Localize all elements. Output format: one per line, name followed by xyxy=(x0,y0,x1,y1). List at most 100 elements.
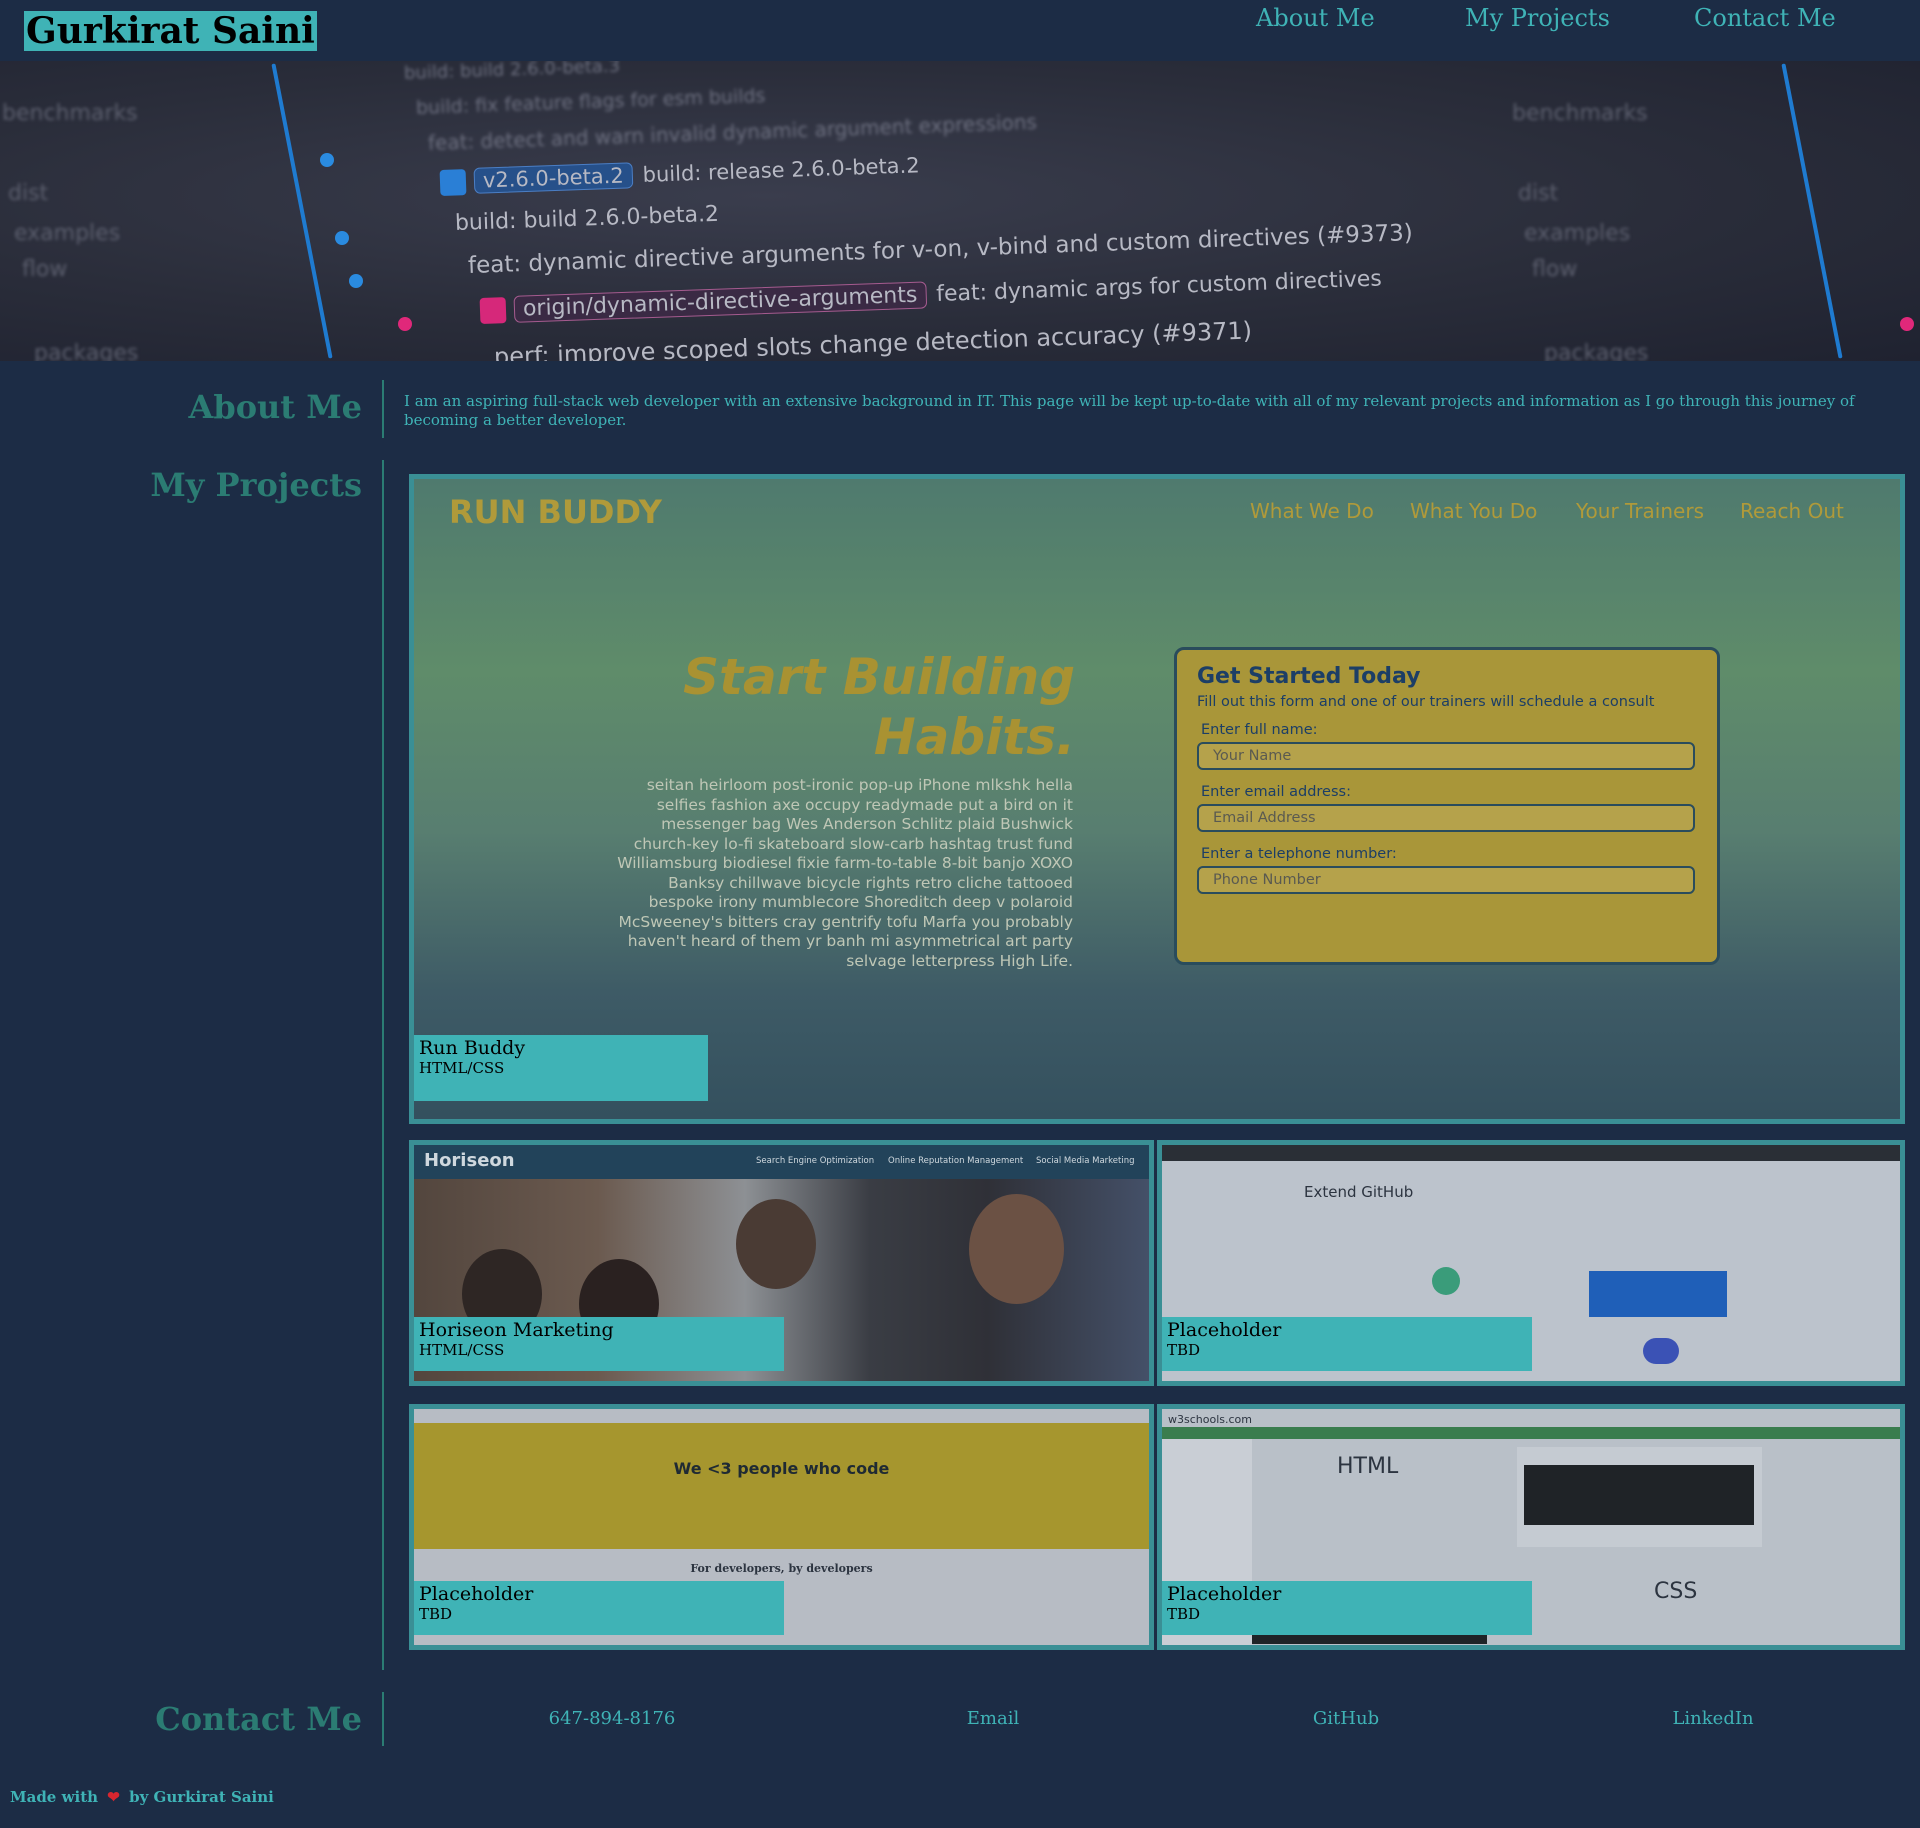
app-icon xyxy=(1643,1338,1679,1364)
app-icon xyxy=(1432,1267,1460,1295)
tag-icon xyxy=(439,169,467,196)
screenshot-header: Horiseon Search Engine Optimization Onli… xyxy=(414,1145,1149,1179)
project-screenshot: RUN BUDDY What We Do What You Do Your Tr… xyxy=(414,479,1900,1119)
project-label: Run Buddy HTML/CSS xyxy=(414,1035,708,1101)
headline-line: Habits. xyxy=(873,708,1075,766)
form-phone-field: Phone Number xyxy=(1197,866,1695,894)
hero-side-item: benchmarks xyxy=(1512,101,1648,126)
project-tech: HTML/CSS xyxy=(419,1341,505,1359)
site-title: Gurkirat Saini xyxy=(24,10,317,52)
screenshot-heading: HTML xyxy=(1337,1454,1399,1479)
site-header: Gurkirat Saini About Me My Projects Cont… xyxy=(0,0,1920,61)
commit-message: build: build 2.6.0-beta.3 xyxy=(403,61,621,84)
commit-message: perf: improve scoped slots change detect… xyxy=(493,316,1253,361)
project-card[interactable]: We <3 people who code For developers, by… xyxy=(409,1404,1154,1650)
git-graph-node xyxy=(335,231,349,245)
nav-link-about[interactable]: About Me xyxy=(1256,4,1375,32)
screenshot-logo: Horiseon xyxy=(424,1150,515,1171)
photo-shape xyxy=(969,1194,1064,1304)
project-card[interactable]: Horiseon Search Engine Optimization Onli… xyxy=(409,1140,1154,1386)
branch-icon xyxy=(479,297,507,324)
screenshot-code xyxy=(1524,1465,1754,1525)
project-name: Horiseon Marketing xyxy=(419,1319,614,1341)
footer-text: by Gurkirat Saini xyxy=(129,1788,274,1806)
hero-side-item: flow xyxy=(22,257,68,282)
screenshot-body-text: seitan heirloom post-ironic pop-up iPhon… xyxy=(617,776,1073,970)
screenshot-title: We <3 people who code xyxy=(673,1459,890,1478)
projects-heading: My Projects xyxy=(150,466,362,504)
screenshot-logo: RUN BUDDY xyxy=(449,493,662,531)
contact-linkedin-link[interactable]: LinkedIn xyxy=(1672,1708,1753,1729)
project-tech: TBD xyxy=(1167,1605,1201,1623)
form-email-field: Email Address xyxy=(1197,804,1695,832)
project-label: Horiseon Marketing HTML/CSS xyxy=(414,1317,784,1371)
section-divider xyxy=(382,380,384,438)
contact-phone-link[interactable]: 647-894-8176 xyxy=(549,1708,676,1729)
form-label: Enter a telephone number: xyxy=(1201,846,1397,862)
screenshot-form: Get Started Today Fill out this form and… xyxy=(1174,647,1720,965)
contact-heading: Contact Me xyxy=(155,1700,362,1738)
hero-side-item: examples xyxy=(1524,221,1631,246)
screenshot-banner xyxy=(414,1423,1149,1549)
git-graph-node xyxy=(320,153,334,167)
photo-shape xyxy=(736,1199,816,1289)
form-name-field: Your Name xyxy=(1197,742,1695,770)
hero-side-item: dist xyxy=(8,181,49,206)
screenshot-nav-item: What You Do xyxy=(1410,499,1538,523)
screenshot-logo: w3schools.com xyxy=(1168,1413,1252,1426)
form-subtitle: Fill out this form and one of our traine… xyxy=(1197,694,1655,710)
form-title: Get Started Today xyxy=(1197,664,1421,689)
commit-message: build: fix feature flags for esm builds xyxy=(415,84,766,119)
project-name: Placeholder xyxy=(1167,1319,1282,1341)
app-card xyxy=(1589,1271,1727,1317)
screenshot-nav-item: Social Media Marketing xyxy=(1036,1156,1135,1166)
commit-message: build: build 2.6.0-beta.2 xyxy=(454,201,720,236)
heart-icon: ❤ xyxy=(107,1788,120,1806)
project-tech: HTML/CSS xyxy=(419,1059,505,1077)
commit-row: origin/dynamic-directive-arguments feat: … xyxy=(479,266,1383,324)
hero-side-item: packages xyxy=(1544,341,1649,361)
screenshot-headline: Start Building Habits. xyxy=(683,647,1075,767)
git-graph-node xyxy=(1900,317,1914,331)
project-card-featured[interactable]: RUN BUDDY What We Do What You Do Your Tr… xyxy=(409,474,1905,1124)
hero-image: benchmarks dist examples flow packages b… xyxy=(0,61,1920,361)
about-text: I am an aspiring full-stack web develope… xyxy=(404,392,1855,429)
project-label: Placeholder TBD xyxy=(1162,1581,1532,1635)
commit-message: feat: dynamic args for custom directives xyxy=(935,266,1383,308)
project-tech: TBD xyxy=(1167,1341,1201,1359)
hero-side-item: examples xyxy=(14,221,121,246)
screenshot-nav-item: What We Do xyxy=(1250,499,1374,523)
contact-github-link[interactable]: GitHub xyxy=(1313,1708,1379,1729)
footer-text: Made with xyxy=(10,1788,99,1806)
project-card[interactable]: w3schools.com HTML CSS Placeholder TBD xyxy=(1157,1404,1905,1650)
git-graph-line xyxy=(271,63,333,359)
screenshot-nav-item: Online Reputation Management xyxy=(888,1156,1024,1166)
site-footer: Made with ❤ by Gurkirat Saini xyxy=(10,1788,274,1806)
section-divider xyxy=(382,460,384,1670)
hero-side-item: flow xyxy=(1532,257,1578,282)
screenshot-title: Extend GitHub xyxy=(1304,1183,1414,1201)
screenshot-nav-item: Your Trainers xyxy=(1576,499,1704,523)
screenshot-header xyxy=(1162,1145,1900,1161)
screenshot-subtitle: For developers, by developers xyxy=(690,1562,873,1575)
branch-pill: origin/dynamic-directive-arguments xyxy=(513,281,927,323)
hero-side-item: benchmarks xyxy=(2,101,138,126)
git-graph-line xyxy=(1781,63,1843,359)
project-card[interactable]: Extend GitHub Placeholder TBD xyxy=(1157,1140,1905,1386)
project-name: Run Buddy xyxy=(419,1037,526,1059)
commit-message: build: release 2.6.0-beta.2 xyxy=(642,153,920,187)
hero-side-item: dist xyxy=(1518,181,1559,206)
nav-link-contact[interactable]: Contact Me xyxy=(1694,4,1836,32)
section-divider xyxy=(382,1692,384,1746)
nav-link-projects[interactable]: My Projects xyxy=(1465,4,1610,32)
project-name: Placeholder xyxy=(419,1583,534,1605)
commit-message: feat: detect and warn invalid dynamic ar… xyxy=(427,109,1038,155)
project-name: Placeholder xyxy=(1167,1583,1282,1605)
contact-email-link[interactable]: Email xyxy=(967,1708,1019,1729)
commit-row: v2.6.0-beta.2 build: release 2.6.0-beta.2 xyxy=(439,152,921,196)
project-label: Placeholder TBD xyxy=(414,1581,784,1635)
hero-side-item: packages xyxy=(34,341,139,361)
screenshot-header xyxy=(1162,1409,1900,1427)
form-label: Enter email address: xyxy=(1201,784,1351,800)
form-label: Enter full name: xyxy=(1201,722,1318,738)
